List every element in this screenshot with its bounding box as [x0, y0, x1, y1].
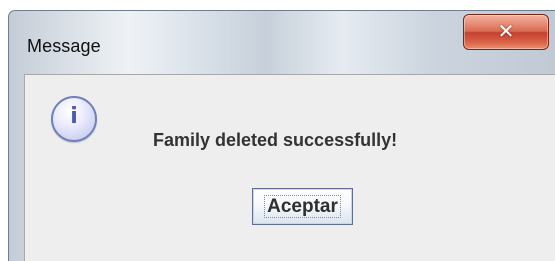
dialog-content: i Family deleted successfully! Aceptar — [24, 74, 555, 261]
message-dialog: Message ✕ i Family deleted successfully!… — [8, 10, 555, 261]
info-glyph: i — [70, 104, 78, 129]
message-text: Family deleted successfully! — [153, 130, 398, 150]
title-bar: Message ✕ — [9, 11, 555, 74]
accept-button[interactable]: Aceptar — [252, 188, 353, 225]
dialog-title: Message — [27, 36, 101, 56]
accept-button-label: Aceptar — [267, 196, 338, 217]
close-icon: ✕ — [497, 19, 515, 43]
close-button[interactable]: ✕ — [463, 14, 549, 50]
info-icon: i — [51, 96, 97, 142]
